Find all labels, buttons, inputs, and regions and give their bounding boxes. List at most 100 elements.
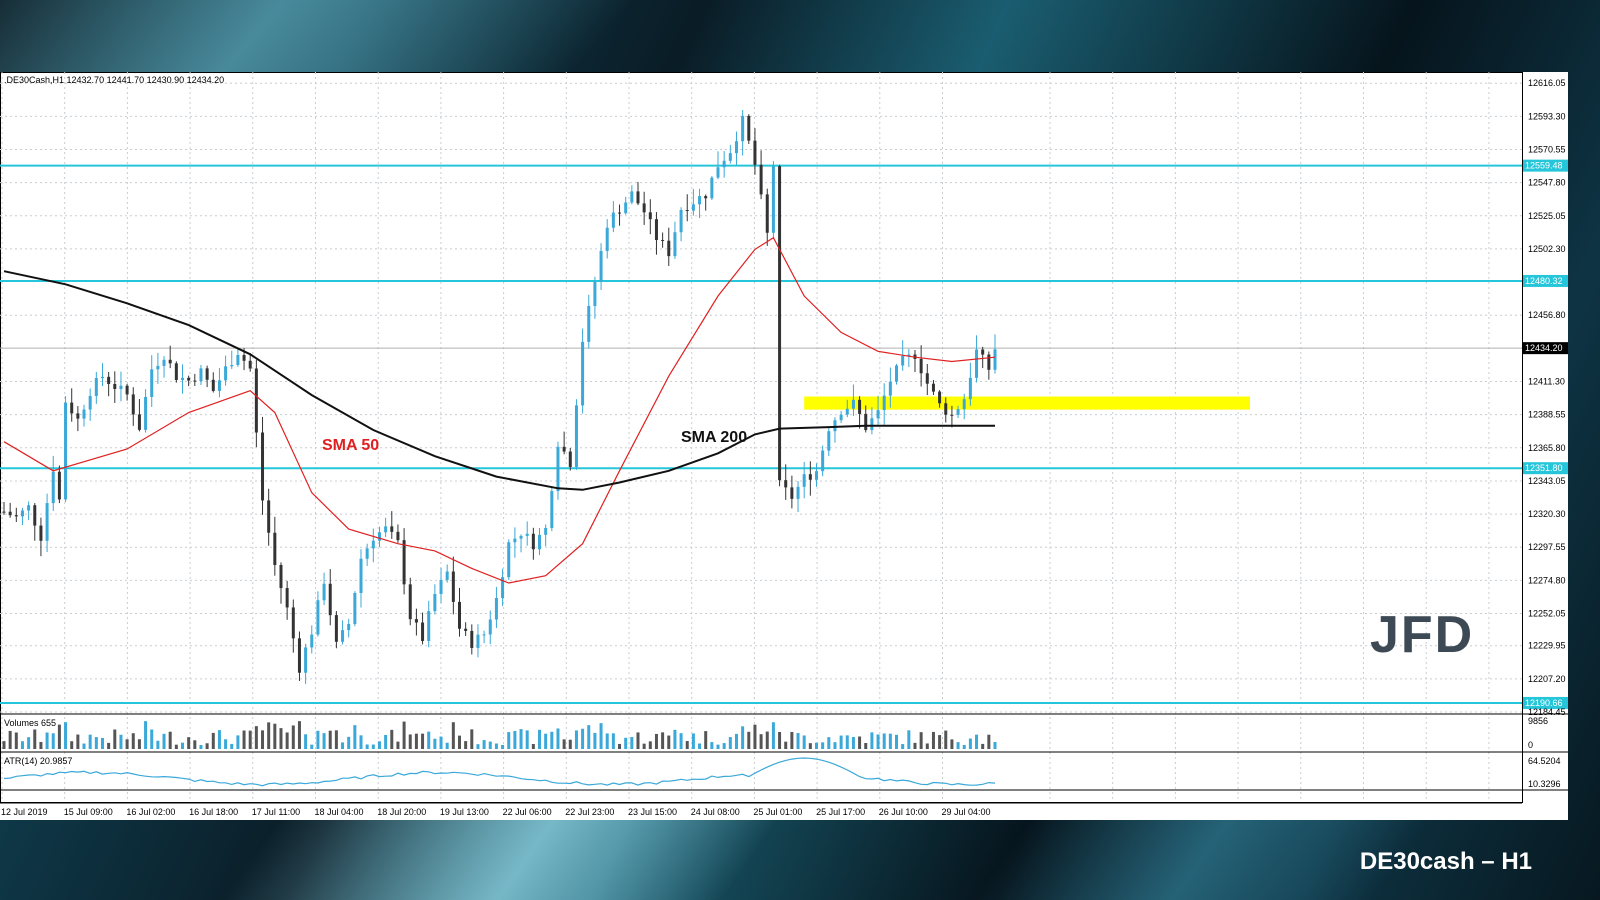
volume-bar: [975, 734, 979, 749]
candle-body: [931, 383, 935, 392]
candle-body: [556, 446, 560, 492]
candle-body: [88, 395, 92, 410]
volume-bar: [359, 735, 363, 749]
volume-bar: [113, 729, 117, 749]
candle-body: [778, 166, 782, 481]
candle-body: [814, 471, 818, 480]
volume-bar: [513, 731, 517, 749]
volume-bar: [2, 741, 6, 749]
panel-tick-label: 0: [1528, 740, 1533, 750]
candle-body: [384, 526, 388, 533]
candle-body: [100, 376, 104, 379]
candle-body: [45, 503, 49, 541]
volume-bar: [254, 726, 258, 749]
candle-body: [593, 281, 597, 307]
volume-bar: [962, 744, 966, 749]
chart-caption: DE30cash – H1: [1359, 848, 1532, 875]
price-tick-label: 12252.05: [1528, 609, 1566, 619]
candle-body: [513, 538, 517, 543]
atr-line: [3, 757, 996, 787]
time-tick-label: 29 Jul 04:00: [942, 807, 991, 817]
candle-body: [858, 399, 862, 414]
candle-body: [476, 634, 480, 648]
candle-body: [685, 209, 689, 211]
volume-bar: [310, 744, 314, 749]
candle-body: [33, 505, 37, 526]
candle-body: [630, 191, 634, 203]
candle-body: [562, 446, 566, 452]
time-tick-label: 25 Jul 01:00: [753, 807, 802, 817]
candle-body: [162, 359, 166, 366]
volume-bar: [870, 732, 874, 749]
candle-body: [605, 227, 609, 251]
volume-bar: [494, 743, 498, 749]
candle-body: [14, 515, 18, 517]
volume-bar: [698, 743, 702, 749]
volume-bar: [691, 733, 695, 749]
candle-body: [784, 480, 788, 488]
volume-bar: [704, 731, 708, 749]
volume-bar: [445, 742, 449, 749]
volume-bar: [211, 732, 215, 749]
candle-body: [267, 500, 271, 533]
candle-body: [962, 399, 966, 410]
volume-bar: [624, 737, 628, 749]
volume-bar: [168, 731, 172, 749]
volume-bar: [821, 742, 825, 749]
volume-bar: [630, 737, 634, 749]
candle-body: [334, 615, 338, 642]
volume-bar: [864, 743, 868, 749]
volume-bar: [734, 733, 738, 749]
candle-body: [248, 360, 252, 369]
candle-body: [544, 527, 548, 535]
volume-bar: [950, 739, 954, 749]
candle-body: [845, 408, 849, 415]
volume-bar: [451, 722, 455, 749]
volume-bar: [685, 741, 689, 749]
volume-bar: [538, 729, 542, 749]
candle-body: [895, 365, 899, 382]
level-price-label: 12351.80: [1525, 463, 1563, 473]
candle-body: [211, 379, 215, 391]
candle-body: [599, 250, 603, 282]
price-tick-label: 12593.30: [1528, 111, 1566, 121]
candle-body: [531, 533, 535, 550]
volume-bar: [710, 742, 714, 749]
candle-body: [698, 196, 702, 205]
volume-bar: [230, 743, 234, 749]
price-tick-label: 12343.05: [1528, 476, 1566, 486]
price-chart: 12559.4812480.3212351.8012190.6612434.20…: [0, 72, 1568, 817]
volume-bar: [550, 731, 554, 749]
candle-body: [507, 542, 511, 578]
volume-bar: [408, 734, 412, 749]
volume-bar: [433, 738, 437, 749]
volume-bar: [562, 739, 566, 749]
volume-bar: [599, 723, 603, 749]
candle-body: [587, 306, 591, 342]
candle-body: [679, 209, 683, 233]
time-tick-label: 22 Jul 23:00: [565, 807, 614, 817]
volume-bar: [8, 730, 12, 749]
candle-body: [144, 396, 148, 430]
volume-bar: [747, 731, 751, 749]
volume-bar: [741, 726, 745, 749]
candle-body: [624, 202, 628, 214]
candle-body: [574, 405, 578, 467]
volume-bar: [507, 732, 511, 749]
volume-bar: [956, 742, 960, 749]
volume-bar: [845, 735, 849, 749]
volume-bar: [150, 729, 154, 749]
candle-body: [261, 432, 265, 501]
volume-bar: [661, 732, 665, 749]
candle-body: [27, 505, 31, 511]
volume-bar: [759, 734, 763, 749]
volume-bar: [304, 734, 308, 749]
volume-bar: [716, 744, 720, 749]
candle-body: [94, 378, 98, 396]
candle-body: [975, 349, 979, 378]
candle-body: [168, 359, 172, 364]
price-tick-label: 12456.80: [1528, 310, 1566, 320]
volume-bar: [51, 733, 55, 749]
candle-body: [482, 634, 486, 636]
candle-body: [236, 355, 240, 366]
